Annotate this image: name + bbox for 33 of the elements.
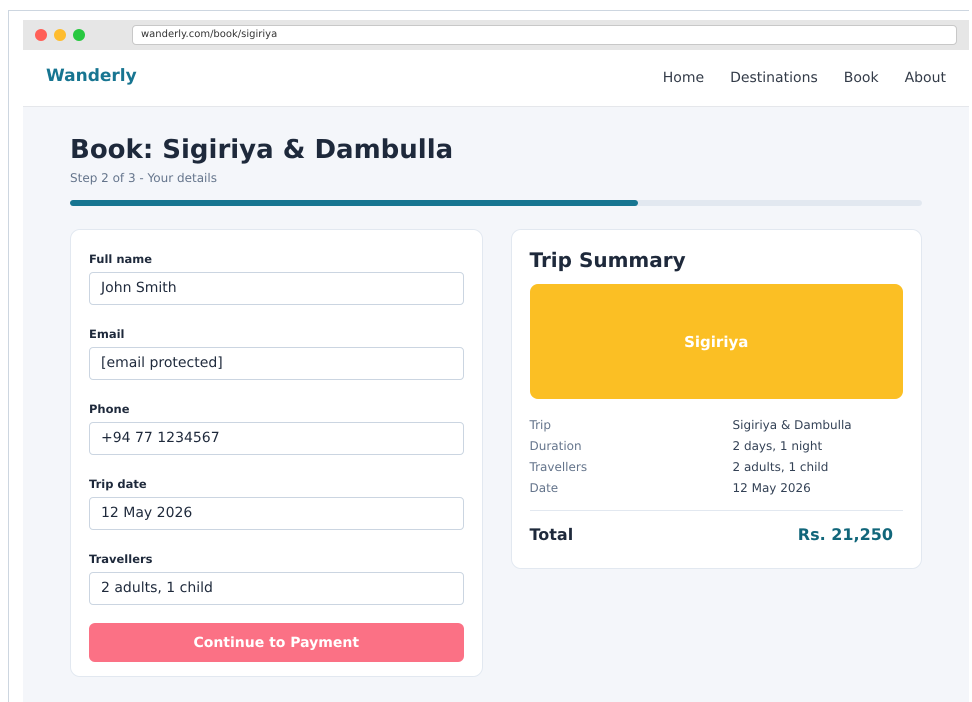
summary-value: 2 adults, 1 child [732, 460, 830, 474]
summary-label: Duration [530, 439, 583, 453]
nav-link[interactable]: Home [662, 70, 704, 86]
field-label: Travellers [89, 552, 154, 566]
nav-link[interactable]: About [904, 70, 946, 86]
input-field[interactable]: 2 adults, 1 child [89, 572, 464, 605]
nav-link[interactable]: Book [844, 70, 879, 86]
input-field[interactable]: 12 May 2026 [89, 497, 464, 530]
input-field[interactable]: John Smith [89, 272, 464, 305]
summary-label: Date [530, 481, 560, 495]
summary-value: 2 days, 1 night [732, 439, 824, 453]
address-bar[interactable]: wanderly.com/book/sigiriya [132, 25, 957, 45]
page-title: Book: Sigiriya & Dambulla [70, 135, 454, 165]
input-field[interactable]: [email protected] [89, 347, 464, 380]
destination-banner: Sigiriya [530, 284, 903, 399]
brand-logo[interactable]: Wanderly [46, 66, 137, 86]
maximize-window-icon[interactable] [73, 29, 85, 41]
field-label: Full name [89, 252, 154, 266]
summary-label: Travellers [530, 460, 588, 474]
summary-title: Trip Summary [530, 248, 687, 272]
total-label: Total [530, 525, 574, 544]
summary-value: Sigiriya & Dambulla [732, 418, 853, 432]
close-window-icon[interactable] [35, 29, 47, 41]
input-field[interactable]: +94 77 1234567 [89, 422, 464, 455]
summary-value: 12 May 2026 [732, 481, 812, 495]
field-label: Email [89, 327, 126, 341]
field-label: Phone [89, 402, 131, 416]
minimize-window-icon[interactable] [54, 29, 66, 41]
total-price: Rs. 21,250 [798, 525, 893, 544]
field-label: Trip date [89, 477, 148, 491]
nav-link[interactable]: Destinations [730, 70, 818, 86]
summary-label: Trip [530, 418, 552, 432]
step-indicator: Step 2 of 3 - Your details [70, 171, 218, 185]
